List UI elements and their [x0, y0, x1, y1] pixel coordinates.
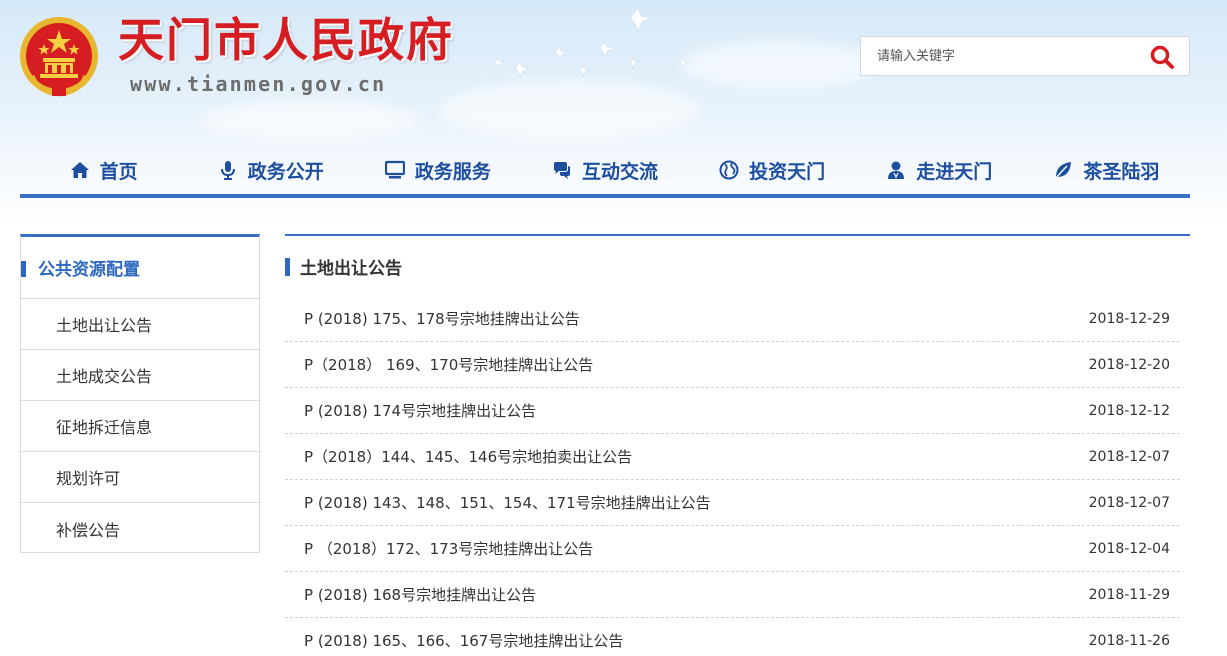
home-icon [70, 162, 89, 178]
article-date: 2018-12-07 [1088, 448, 1170, 465]
nav-item-label: 茶圣陆羽 [1083, 160, 1160, 183]
nav-item-label: 政务服务 [414, 160, 491, 183]
nav-item-label: 政务公开 [247, 160, 324, 183]
article-list: P (2018) 175、178号宗地挂牌出让公告 2018-12-29 P（2… [285, 296, 1190, 656]
main-nav: 首页 政务公开 政务服务 互动交流 投资天门 走进天门 茶圣陆羽 [20, 150, 1190, 198]
nav-item-interaction[interactable]: 互动交流 [521, 150, 688, 194]
nav-item-government-services[interactable]: 政务服务 [354, 150, 521, 194]
leaf-icon [1055, 162, 1072, 179]
sidebar: 公共资源配置 土地出让公告 土地成交公告 征地拆迁信息 规划许可 补偿公告 [20, 234, 260, 553]
nav-item-invest[interactable]: 投资天门 [689, 150, 856, 194]
sidebar-item-label: 土地出让公告 [56, 316, 153, 335]
monitor-icon [384, 160, 405, 179]
nav-item-label: 首页 [99, 160, 138, 183]
globe-icon [719, 160, 739, 180]
search-box [860, 36, 1190, 76]
article-date: 2018-12-07 [1088, 494, 1170, 511]
nav-item-label: 走进天门 [916, 160, 993, 183]
article-date: 2018-12-04 [1088, 540, 1170, 557]
section-title: 土地出让公告 [300, 258, 402, 279]
search-input[interactable] [861, 37, 1141, 75]
nav-item-government-affairs[interactable]: 政务公开 [187, 150, 354, 194]
search-icon[interactable] [1149, 44, 1175, 70]
article-date: 2018-11-29 [1088, 586, 1170, 603]
site-url: www.tianmen.gov.cn [130, 72, 387, 96]
nav-item-label: 投资天门 [749, 160, 826, 183]
sidebar-item-land-acquisition[interactable]: 征地拆迁信息 [21, 401, 259, 452]
article-date: 2018-12-20 [1088, 356, 1170, 373]
article-date: 2018-11-26 [1088, 632, 1170, 649]
sidebar-item-label: 补偿公告 [56, 520, 121, 540]
article-link[interactable]: P （2018）172、173号宗地挂牌出让公告 [304, 538, 593, 559]
article-date: 2018-12-29 [1088, 310, 1170, 327]
list-item: P (2018) 174号宗地挂牌出让公告 2018-12-12 [285, 388, 1180, 434]
list-item: P (2018) 168号宗地挂牌出让公告 2018-11-29 [285, 572, 1180, 618]
article-link[interactable]: P (2018) 174号宗地挂牌出让公告 [304, 400, 536, 421]
article-link[interactable]: P (2018) 168号宗地挂牌出让公告 [304, 584, 536, 605]
article-link[interactable]: P (2018) 143、148、151、154、171号宗地挂牌出让公告 [304, 492, 711, 513]
article-link[interactable]: P（2018） 169、170号宗地挂牌出让公告 [304, 354, 593, 375]
article-link[interactable]: P (2018) 175、178号宗地挂牌出让公告 [304, 308, 580, 329]
nav-item-home[interactable]: 首页 [20, 150, 187, 194]
section-header: 土地出让公告 [285, 236, 1190, 296]
list-item: P （2018）172、173号宗地挂牌出让公告 2018-12-04 [285, 526, 1180, 572]
list-item: P（2018）144、145、146号宗地拍卖出让公告 2018-12-07 [285, 434, 1180, 480]
sidebar-item-label: 土地成交公告 [56, 367, 153, 386]
list-item: P (2018) 175、178号宗地挂牌出让公告 2018-12-29 [285, 296, 1180, 342]
sidebar-title: 公共资源配置 [38, 260, 140, 280]
sidebar-item-planning-permit[interactable]: 规划许可 [21, 452, 259, 503]
site-header: 天门市人民政府 www.tianmen.gov.cn 首页 [0, 0, 1227, 230]
main-content: 土地出让公告 P (2018) 175、178号宗地挂牌出让公告 2018-12… [285, 234, 1190, 656]
sidebar-item-land-deals[interactable]: 土地成交公告 [21, 350, 259, 401]
cloud-decoration [200, 100, 420, 140]
doves-decoration [494, 7, 690, 78]
sidebar-item-land-transfer[interactable]: 土地出让公告 [21, 299, 259, 350]
list-item: P (2018) 143、148、151、154、171号宗地挂牌出让公告 20… [285, 480, 1180, 526]
title-accent-bar [285, 258, 290, 276]
cloud-decoration [680, 40, 880, 90]
nav-item-label: 互动交流 [581, 160, 658, 183]
sidebar-header: 公共资源配置 [21, 237, 259, 299]
sidebar-item-compensation[interactable]: 补偿公告 [21, 503, 259, 554]
sidebar-item-label: 规划许可 [56, 469, 121, 488]
nav-item-tea-sage[interactable]: 茶圣陆羽 [1023, 150, 1190, 194]
site-title[interactable]: 天门市人民政府 [118, 12, 454, 68]
article-date: 2018-12-12 [1088, 402, 1170, 419]
national-emblem-logo[interactable] [18, 14, 100, 98]
nav-item-about[interactable]: 走进天门 [856, 150, 1023, 194]
sidebar-item-label: 征地拆迁信息 [56, 418, 153, 437]
article-link[interactable]: P (2018) 165、166、167号宗地挂牌出让公告 [304, 630, 623, 651]
title-accent-bar [21, 261, 26, 277]
microphone-icon [220, 161, 235, 180]
article-link[interactable]: P（2018）144、145、146号宗地拍卖出让公告 [304, 446, 632, 467]
person-icon [888, 161, 905, 179]
list-item: P (2018) 165、166、167号宗地挂牌出让公告 2018-11-26 [285, 618, 1180, 656]
list-item: P（2018） 169、170号宗地挂牌出让公告 2018-12-20 [285, 342, 1180, 388]
chat-icon [553, 162, 570, 179]
